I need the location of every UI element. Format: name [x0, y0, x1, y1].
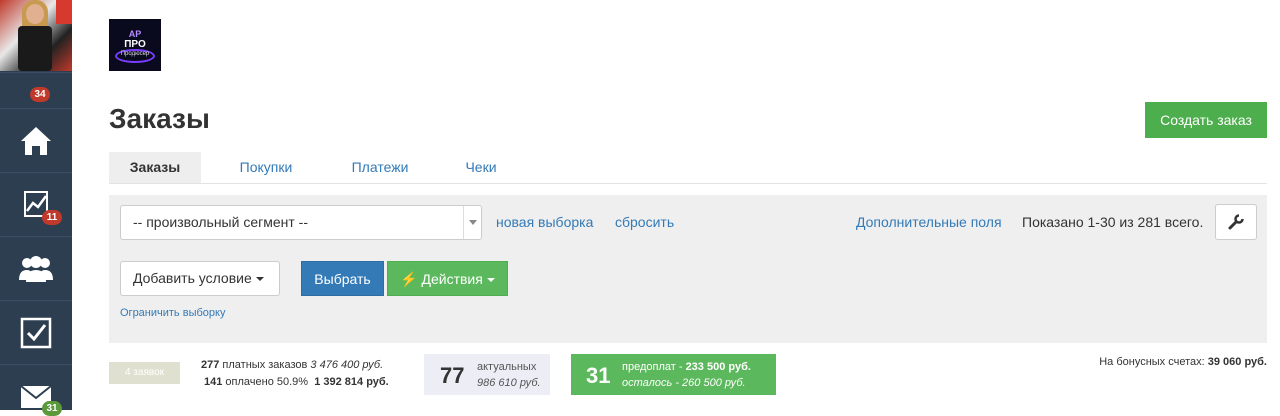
remain-sum: 260 500 руб. — [682, 377, 746, 389]
paid-done-label: оплачено 50.9% — [225, 376, 309, 388]
new-selection-link[interactable]: новая выборка — [496, 214, 593, 230]
sidebar-item-home[interactable] — [0, 108, 72, 172]
paid-done-line: 141 оплачено 50.9% 1 392 814 руб. — [204, 376, 389, 388]
tab-orders[interactable]: Заказы — [109, 152, 201, 183]
actions-button[interactable]: ⚡ Действия — [387, 261, 508, 296]
school-logo[interactable]: АР ПРО Продюсер — [109, 19, 161, 71]
reset-link[interactable]: сбросить — [615, 214, 674, 230]
caret-down-icon — [255, 277, 264, 282]
avatar-head — [26, 4, 44, 24]
tab-receipts[interactable]: Чеки — [449, 152, 513, 183]
avatar-body — [18, 26, 52, 71]
users-icon — [19, 256, 53, 282]
paid-label: платных заказов — [222, 359, 308, 371]
tab-payments[interactable]: Платежи — [335, 152, 425, 183]
paid-sum: 3 476 400 руб. — [310, 359, 384, 371]
stats-badge: 11 — [42, 210, 62, 225]
settings-button[interactable] — [1215, 204, 1257, 240]
sidebar-item-users[interactable] — [0, 236, 72, 300]
wrench-icon — [1228, 214, 1244, 230]
caret-down-icon — [486, 278, 495, 283]
actual-count: 77 — [440, 363, 465, 388]
notifications-badge: 34 — [30, 87, 50, 102]
home-icon — [21, 127, 51, 155]
actual-sum: 986 610 руб. — [477, 377, 541, 389]
paid-orders-line: 277 платных заказов 3 476 400 руб. — [201, 359, 383, 371]
prepay-sum: 233 500 руб. — [685, 361, 751, 373]
notifications-item[interactable]: 34 — [0, 72, 72, 108]
paid-done-sum: 1 392 814 руб. — [314, 376, 389, 388]
logo-text-2: ПРО — [124, 39, 146, 50]
logo-text-1: АР — [128, 29, 142, 39]
sidebar: 34 11 31 — [0, 0, 72, 416]
prepay-box: 31 предоплат - 233 500 руб. осталось - 2… — [571, 354, 776, 395]
remain-label: осталось - — [622, 377, 679, 389]
sidebar-item-stats[interactable]: 11 — [0, 172, 72, 236]
actual-label: актуальных — [477, 361, 537, 373]
prepay-count: 31 — [586, 363, 611, 388]
create-order-button[interactable]: Создать заказ — [1145, 102, 1267, 138]
checkbox-icon — [20, 317, 52, 349]
tabs-bar: Заказы Покупки Платежи Чеки — [109, 152, 1267, 184]
bonus-accounts: На бонусных счетах: 39 060 руб. — [1099, 356, 1267, 368]
bonus-value: 39 060 руб. — [1207, 356, 1267, 368]
tab-purchases[interactable]: Покупки — [221, 152, 311, 183]
extra-fields-link[interactable]: Дополнительные поля — [856, 214, 1002, 230]
segment-select-value: -- произвольный сегмент -- — [133, 214, 308, 230]
chevron-down-icon — [463, 206, 481, 239]
shown-count: Показано 1-30 из 281 всего. — [1022, 214, 1204, 230]
user-avatar[interactable] — [0, 0, 72, 71]
paid-done-count: 141 — [204, 376, 223, 388]
segment-select[interactable]: -- произвольный сегмент -- — [120, 205, 482, 240]
bonus-label: На бонусных счетах: — [1099, 356, 1205, 368]
avatar-decoration — [56, 0, 72, 24]
actions-label: Действия — [421, 271, 483, 287]
add-condition-button[interactable]: Добавить условие — [120, 261, 280, 296]
stats-row: 4 заявок 277 платных заказов 3 476 400 р… — [0, 350, 1280, 410]
select-button[interactable]: Выбрать — [301, 261, 384, 296]
prepay-label: предоплат - — [622, 361, 683, 373]
filter-panel: -- произвольный сегмент -- новая выборка… — [109, 195, 1267, 343]
limit-selection-link[interactable]: Ограничить выборку — [120, 307, 225, 319]
paid-count: 277 — [201, 359, 220, 371]
requests-count-pill: 4 заявок — [109, 362, 180, 384]
prepay-line: предоплат - 233 500 руб. — [622, 361, 751, 373]
lightning-icon: ⚡ — [400, 271, 418, 287]
actual-orders-box: 77 актуальных 986 610 руб. — [424, 354, 550, 395]
logo-text-3: Продюсер — [120, 51, 150, 57]
remain-line: осталось - 260 500 руб. — [622, 377, 746, 389]
page-title: Заказы — [109, 103, 210, 134]
add-condition-label: Добавить условие — [133, 270, 252, 286]
